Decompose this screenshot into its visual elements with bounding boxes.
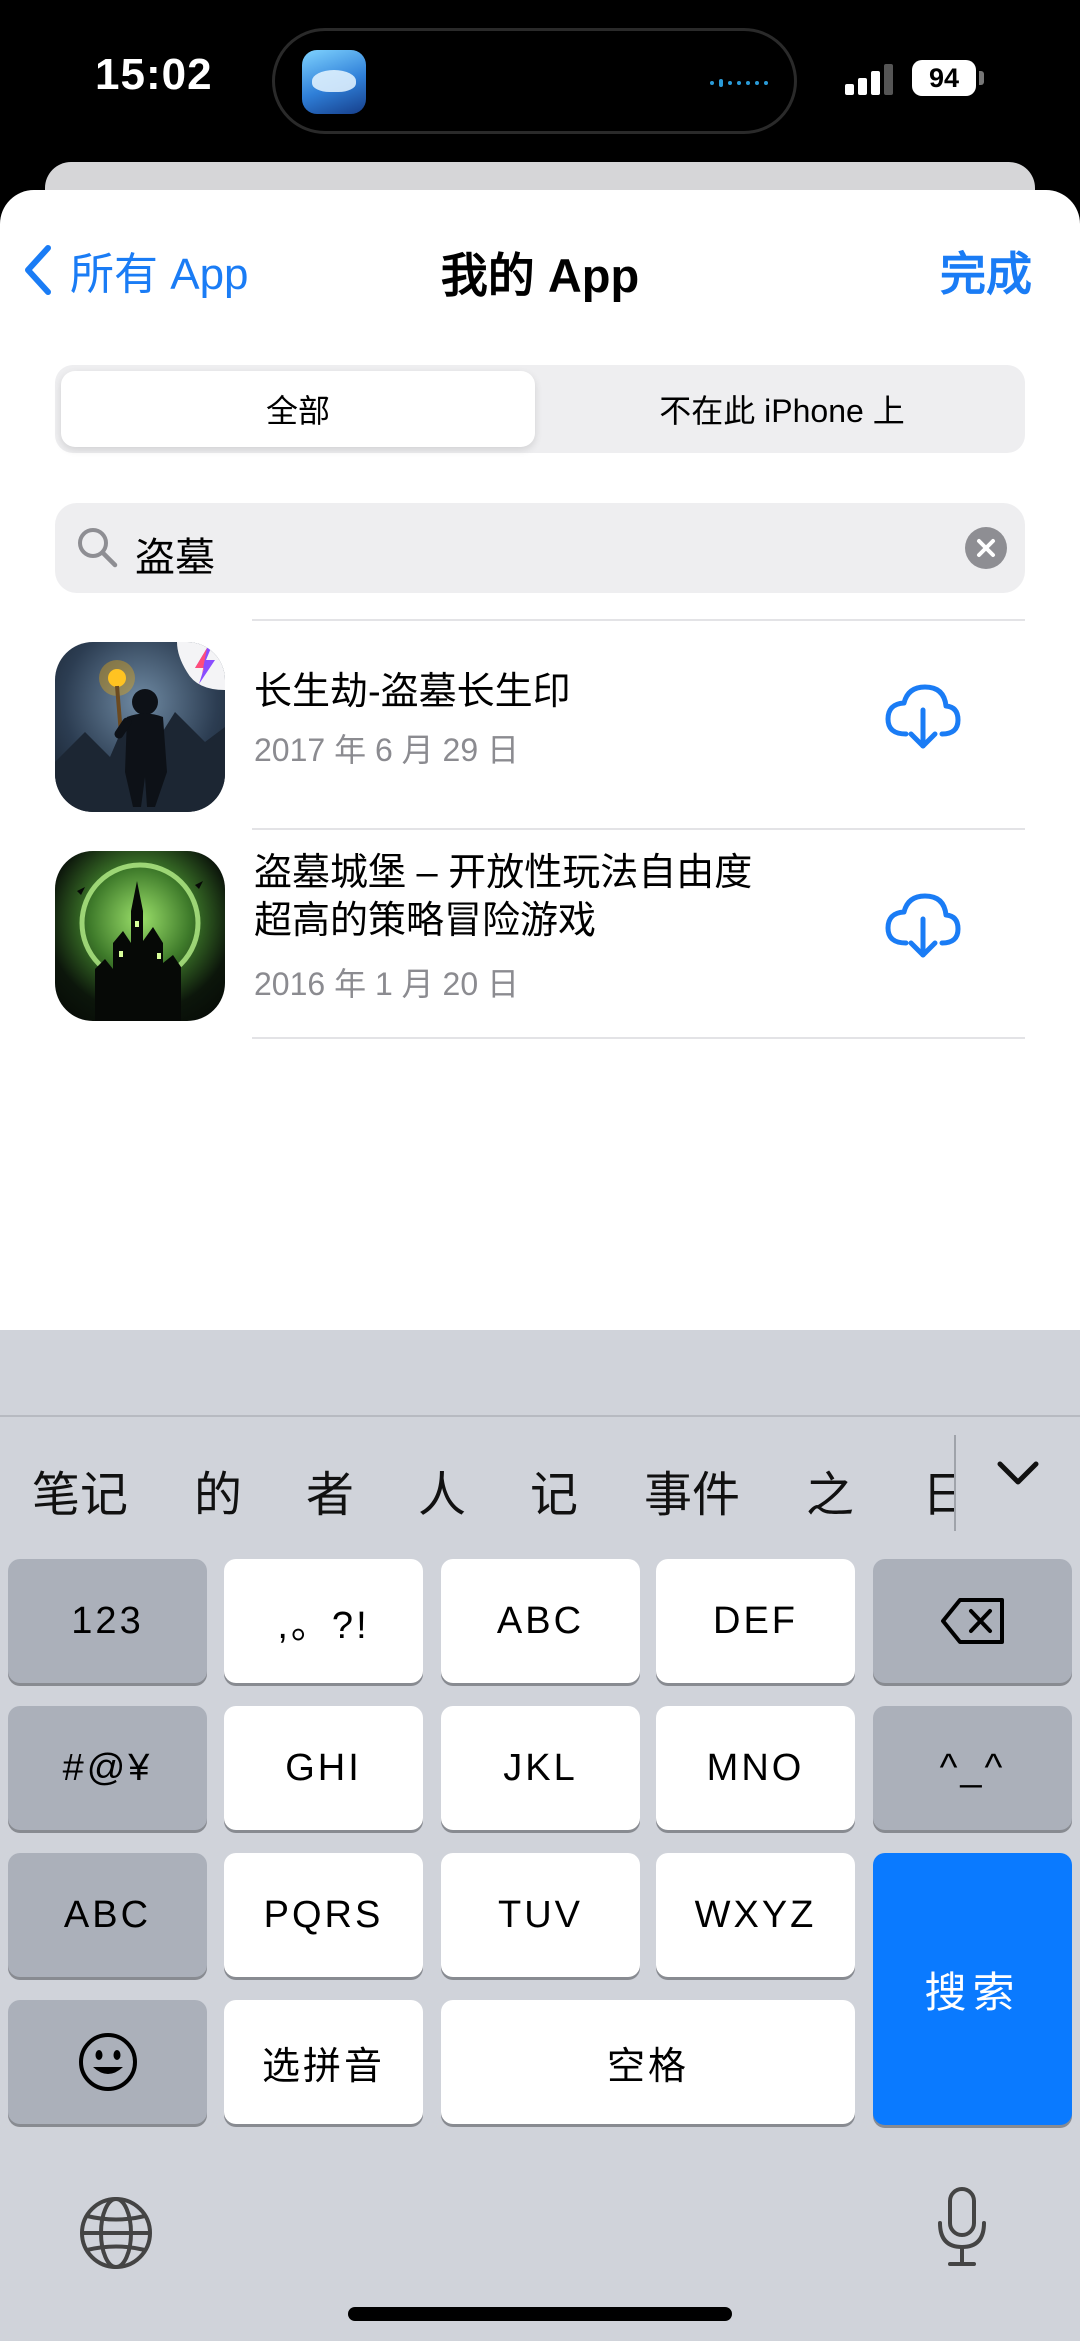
segment-not-on-iphone[interactable]: 不在此 iPhone 上 — [545, 371, 1019, 447]
candidate-word[interactable]: 笔记 — [32, 1455, 128, 1525]
close-icon — [977, 539, 995, 557]
key-tuv[interactable]: TUV — [441, 1853, 640, 1977]
lightning-badge-icon — [177, 642, 225, 690]
battery-tip — [979, 71, 984, 85]
app-title: 长生劫-盗墓长生印 — [254, 671, 571, 713]
app-date: 2016 年 1 月 20 日 — [254, 966, 520, 1002]
home-indicator[interactable] — [348, 2307, 732, 2321]
done-button[interactable]: 完成 — [940, 238, 1032, 304]
key-def[interactable]: DEF — [656, 1559, 855, 1683]
delete-key[interactable] — [873, 1559, 1072, 1683]
search-field[interactable]: 盗墓 — [55, 503, 1025, 593]
list-item[interactable]: 长生劫-盗墓长生印 2017 年 6 月 29 日 — [0, 622, 1080, 828]
smiley-icon — [78, 2033, 137, 2091]
keyboard-top-divider — [0, 1415, 1080, 1417]
search-icon — [78, 528, 118, 568]
list-divider — [252, 828, 1025, 830]
key-emoticon[interactable]: ^_^ — [873, 1706, 1072, 1830]
candidate-word[interactable]: 人 — [418, 1455, 466, 1525]
candidate-word[interactable]: 事件 — [644, 1455, 740, 1525]
app-title-line-1: 盗墓城堡 – 开放性玩法自由度 — [254, 852, 753, 894]
delete-icon — [940, 1598, 1004, 1644]
app-date: 2017 年 6 月 29 日 — [254, 732, 520, 768]
clear-search-button[interactable] — [965, 527, 1007, 569]
cloud-download-icon[interactable] — [884, 682, 962, 752]
key-mno[interactable]: MNO — [656, 1706, 855, 1830]
candidate-word[interactable]: 记 — [530, 1455, 578, 1525]
key-jkl[interactable]: JKL — [441, 1706, 640, 1830]
key-abc-switch[interactable]: ABC — [8, 1853, 207, 1977]
cloud-download-icon[interactable] — [884, 891, 962, 961]
key-pinyin-select[interactable]: 选拼音 — [224, 2000, 423, 2124]
key-wxyz[interactable]: WXYZ — [656, 1853, 855, 1977]
key-symbols[interactable]: #@¥ — [8, 1706, 207, 1830]
blue-cloud-game-icon — [302, 50, 366, 114]
explorer-torch-icon — [55, 642, 225, 812]
key-ghi[interactable]: GHI — [224, 1706, 423, 1830]
segment-all[interactable]: 全部 — [61, 371, 535, 447]
keyboard: 笔记 的 者 人 记 事件 之 日 123 ,。?! ABC DEF #@¥ G… — [0, 1330, 1080, 2341]
key-pqrs[interactable]: PQRS — [224, 1853, 423, 1977]
candidate-word[interactable]: 的 — [194, 1455, 242, 1525]
battery-icon: 94 — [912, 60, 976, 96]
candidate-divider — [954, 1435, 956, 1531]
castle-moon-icon — [55, 851, 225, 1021]
list-item[interactable]: 盗墓城堡 – 开放性玩法自由度 超高的策略冒险游戏 2016 年 1 月 20 … — [0, 831, 1080, 1037]
candidate-word[interactable]: 之 — [806, 1455, 854, 1525]
chevron-down-icon[interactable] — [996, 1458, 1040, 1488]
signal-icon — [845, 64, 893, 95]
audio-wave-icon — [710, 79, 768, 87]
microphone-icon[interactable] — [934, 2185, 990, 2269]
dynamic-island[interactable] — [272, 28, 797, 134]
candidate-word[interactable]: 者 — [306, 1455, 354, 1525]
segmented-control: 全部 不在此 iPhone 上 — [55, 365, 1025, 453]
emoji-key[interactable] — [8, 2000, 207, 2124]
app-title-line-2: 超高的策略冒险游戏 — [254, 900, 597, 942]
search-input[interactable]: 盗墓 — [135, 525, 215, 583]
search-key[interactable]: 搜索 — [873, 1853, 1072, 2125]
globe-icon[interactable] — [78, 2195, 154, 2271]
list-divider — [252, 1037, 1025, 1039]
key-123[interactable]: 123 — [8, 1559, 207, 1683]
status-time: 15:02 — [95, 50, 213, 99]
key-abc[interactable]: ABC — [441, 1559, 640, 1683]
page-title: 我的 App — [440, 249, 640, 302]
space-key[interactable]: 空格 — [441, 2000, 855, 2124]
candidate-word[interactable]: 日 — [922, 1455, 954, 1525]
key-punctuation[interactable]: ,。?! — [224, 1559, 423, 1683]
list-divider — [252, 619, 1025, 621]
